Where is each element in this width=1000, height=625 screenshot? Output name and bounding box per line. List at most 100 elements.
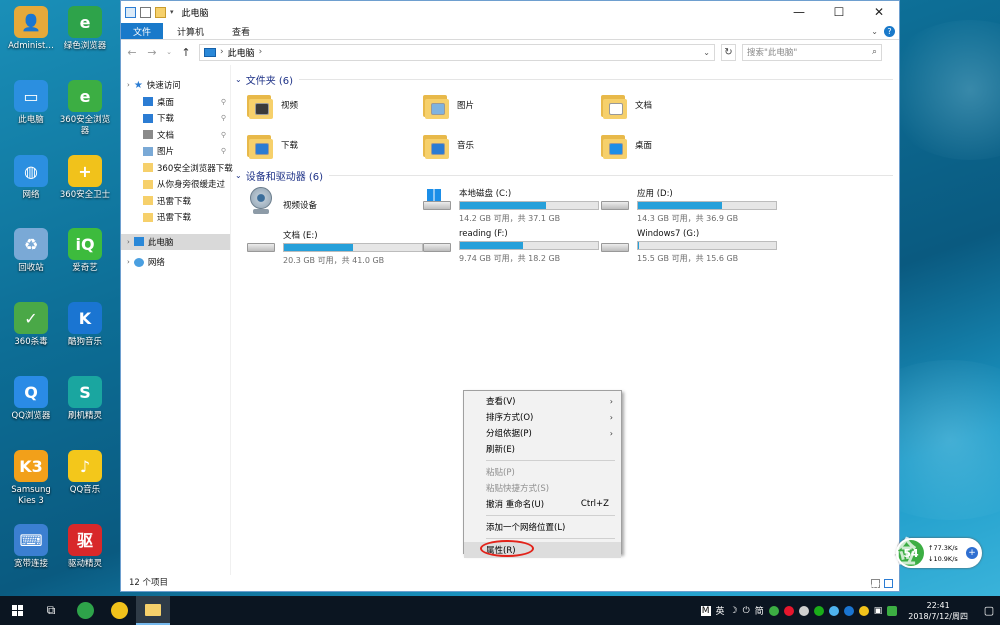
drive-item[interactable]: 应用 (D:) 14.3 GB 可用，共 36.9 GB bbox=[601, 187, 777, 224]
menu-item[interactable]: 分组依据(P) › bbox=[464, 425, 621, 441]
menu-item[interactable]: 撤消 重命名(U) Ctrl+Z bbox=[464, 496, 621, 512]
task-view-button[interactable]: ⧉ bbox=[34, 596, 68, 625]
tray-360-icon[interactable] bbox=[768, 605, 779, 616]
tray-settings-icon[interactable] bbox=[798, 605, 809, 616]
menu-item[interactable]: 添加一个网络位置(L) bbox=[464, 519, 621, 535]
up-button[interactable]: ↑ bbox=[179, 46, 193, 59]
nav-quick-access[interactable]: › ★ 快速访问 bbox=[121, 77, 230, 94]
devices-group-header[interactable]: ⌄ 设备和驱动器 (6) bbox=[233, 165, 893, 185]
nav-network[interactable]: › 网络 bbox=[121, 254, 230, 271]
collapse-chevron-icon[interactable]: ⌄ bbox=[235, 75, 242, 84]
tray-ime-lang[interactable]: 英 bbox=[716, 604, 725, 617]
desktop-icon[interactable]: e 360安全浏览器 bbox=[56, 80, 114, 137]
refresh-button[interactable]: ↻ bbox=[721, 43, 736, 61]
folder-item[interactable]: 视频 bbox=[247, 91, 298, 119]
folder-item[interactable]: 桌面 bbox=[601, 131, 652, 159]
address-dropdown-icon[interactable]: ⌄ bbox=[703, 48, 710, 57]
webcam-item[interactable]: 视频设备 bbox=[247, 187, 317, 214]
tray-ime-m[interactable]: M bbox=[700, 605, 711, 616]
tab-file[interactable]: 文件 bbox=[121, 23, 164, 39]
nav-item[interactable]: 360安全浏览器下载 bbox=[121, 160, 233, 177]
nav-item[interactable]: 从你身旁很缓走过 bbox=[121, 176, 230, 193]
tray-moon-icon[interactable]: ☽ bbox=[730, 606, 738, 616]
taskbar-browser-app[interactable] bbox=[68, 596, 102, 625]
expand-arrow-icon[interactable]: › bbox=[127, 81, 130, 89]
search-input[interactable]: 搜索"此电脑" ⌕ bbox=[742, 43, 882, 61]
large-icons-view-icon[interactable] bbox=[884, 579, 893, 588]
tray-wechat-icon[interactable] bbox=[813, 605, 824, 616]
nav-item[interactable]: 迅雷下载 bbox=[121, 193, 230, 210]
recent-locations-icon[interactable]: ⌄ bbox=[165, 48, 173, 56]
expand-arrow-icon[interactable]: › bbox=[127, 258, 130, 266]
minimize-button[interactable]: — bbox=[779, 1, 819, 23]
new-folder-icon[interactable] bbox=[155, 6, 166, 18]
drive-item[interactable]: 本地磁盘 (C:) 14.2 GB 可用，共 37.1 GB bbox=[423, 187, 599, 224]
desktop-icon[interactable]: ▭ 此电脑 bbox=[2, 80, 60, 126]
desktop-icon[interactable]: 👤 Administ… bbox=[2, 6, 60, 52]
desktop-icon[interactable]: e 绿色浏览器 bbox=[56, 6, 114, 52]
desktop-icon[interactable]: 驱驱动精灵 bbox=[56, 524, 114, 570]
desktop-icon[interactable]: S 刷机精灵 bbox=[56, 376, 114, 422]
menu-item[interactable]: 查看(V) › bbox=[464, 393, 621, 409]
forward-button[interactable]: → bbox=[145, 46, 159, 59]
nav-item[interactable]: 文档 ⚲ bbox=[121, 127, 230, 144]
start-button[interactable] bbox=[0, 596, 34, 625]
expand-arrow-icon[interactable]: › bbox=[127, 238, 130, 246]
nav-item[interactable]: 图片 ⚲ bbox=[121, 143, 230, 160]
desktop-icon[interactable]: ⌨ 宽带连接 bbox=[2, 524, 60, 570]
close-button[interactable]: ✕ bbox=[859, 1, 899, 23]
address-bar[interactable]: › 此电脑 › ⌄ bbox=[199, 43, 715, 61]
tray-network-icon[interactable]: ▣ bbox=[874, 606, 883, 616]
nav-item[interactable]: 迅雷下载 bbox=[121, 209, 230, 226]
plus-icon[interactable]: + bbox=[966, 547, 978, 559]
nav-item[interactable]: 下载 ⚲ bbox=[121, 110, 230, 127]
tab-view[interactable]: 查看 bbox=[218, 23, 264, 39]
folder-item[interactable]: 文档 bbox=[601, 91, 652, 119]
tray-qq-icon[interactable] bbox=[828, 605, 839, 616]
pin-icon[interactable]: ⚲ bbox=[221, 131, 226, 139]
breadcrumb-this-pc[interactable]: 此电脑 bbox=[228, 46, 255, 59]
tray-shield-icon[interactable] bbox=[858, 605, 869, 616]
desktop-icon[interactable]: iQ 爱奇艺 bbox=[56, 228, 114, 274]
desktop-icon[interactable]: ♪ QQ音乐 bbox=[56, 450, 114, 496]
menu-item[interactable]: 刷新(E) bbox=[464, 441, 621, 457]
clock[interactable]: 22:41 2018/7/12/周四 bbox=[902, 600, 974, 622]
folder-item[interactable]: 音乐 bbox=[423, 131, 474, 159]
expand-ribbon-icon[interactable]: ⌄ bbox=[871, 27, 878, 36]
check-icon[interactable] bbox=[140, 6, 151, 18]
pin-icon[interactable]: ⚲ bbox=[221, 98, 226, 106]
pin-icon[interactable]: ⚲ bbox=[221, 114, 226, 122]
customize-arrow-icon[interactable]: ▾ bbox=[170, 8, 174, 16]
desktop-icon[interactable]: K 酷狗音乐 bbox=[56, 302, 114, 348]
desktop-icon[interactable]: K3 Samsung Kies 3 bbox=[2, 450, 60, 507]
maximize-button[interactable]: ☐ bbox=[819, 1, 859, 23]
folder-item[interactable]: 图片 bbox=[423, 91, 474, 119]
tray-weibo-icon[interactable] bbox=[783, 605, 794, 616]
folders-group-header[interactable]: ⌄ 文件夹 (6) bbox=[233, 69, 893, 89]
menu-item[interactable]: 属性(R) bbox=[464, 540, 621, 558]
tray-360-guard-icon[interactable] bbox=[887, 605, 898, 616]
pin-icon[interactable]: ⚲ bbox=[221, 147, 226, 155]
drive-item[interactable]: Windows7 (G:) 15.5 GB 可用，共 15.6 GB bbox=[601, 229, 777, 264]
desktop-icon[interactable]: +360安全卫士 bbox=[56, 155, 114, 201]
menu-item[interactable]: 排序方式(O) › bbox=[464, 409, 621, 425]
tray-power-icon[interactable]: ⏻ bbox=[743, 606, 750, 616]
collapse-chevron-icon[interactable]: ⌄ bbox=[235, 171, 242, 180]
desktop-icon[interactable]: Q QQ浏览器 bbox=[2, 376, 60, 422]
tray-ime-simplified[interactable]: 简 bbox=[755, 604, 764, 617]
taskbar-360-app[interactable] bbox=[102, 596, 136, 625]
nav-item[interactable]: 桌面 ⚲ bbox=[121, 94, 230, 111]
desktop-icon[interactable]: ♻ 回收站 bbox=[2, 228, 60, 274]
taskbar-explorer-app[interactable] bbox=[136, 596, 170, 625]
tray-kugou-icon[interactable] bbox=[843, 605, 854, 616]
back-button[interactable]: ← bbox=[125, 46, 139, 59]
drive-item[interactable]: 文档 (E:) 20.3 GB 可用，共 41.0 GB bbox=[247, 229, 423, 266]
nav-this-pc[interactable]: › 此电脑 bbox=[121, 233, 230, 250]
desktop-icon[interactable]: ✓ 360杀毒 bbox=[2, 302, 60, 348]
desktop-icon[interactable]: ◍ 网络 bbox=[2, 155, 60, 201]
folder-item[interactable]: 下载 bbox=[247, 131, 298, 159]
properties-icon[interactable] bbox=[125, 6, 136, 18]
drive-item[interactable]: reading (F:) 9.74 GB 可用，共 18.2 GB bbox=[423, 229, 599, 264]
tab-computer[interactable]: 计算机 bbox=[163, 23, 218, 39]
action-center-button[interactable]: ▢ bbox=[978, 596, 1000, 625]
